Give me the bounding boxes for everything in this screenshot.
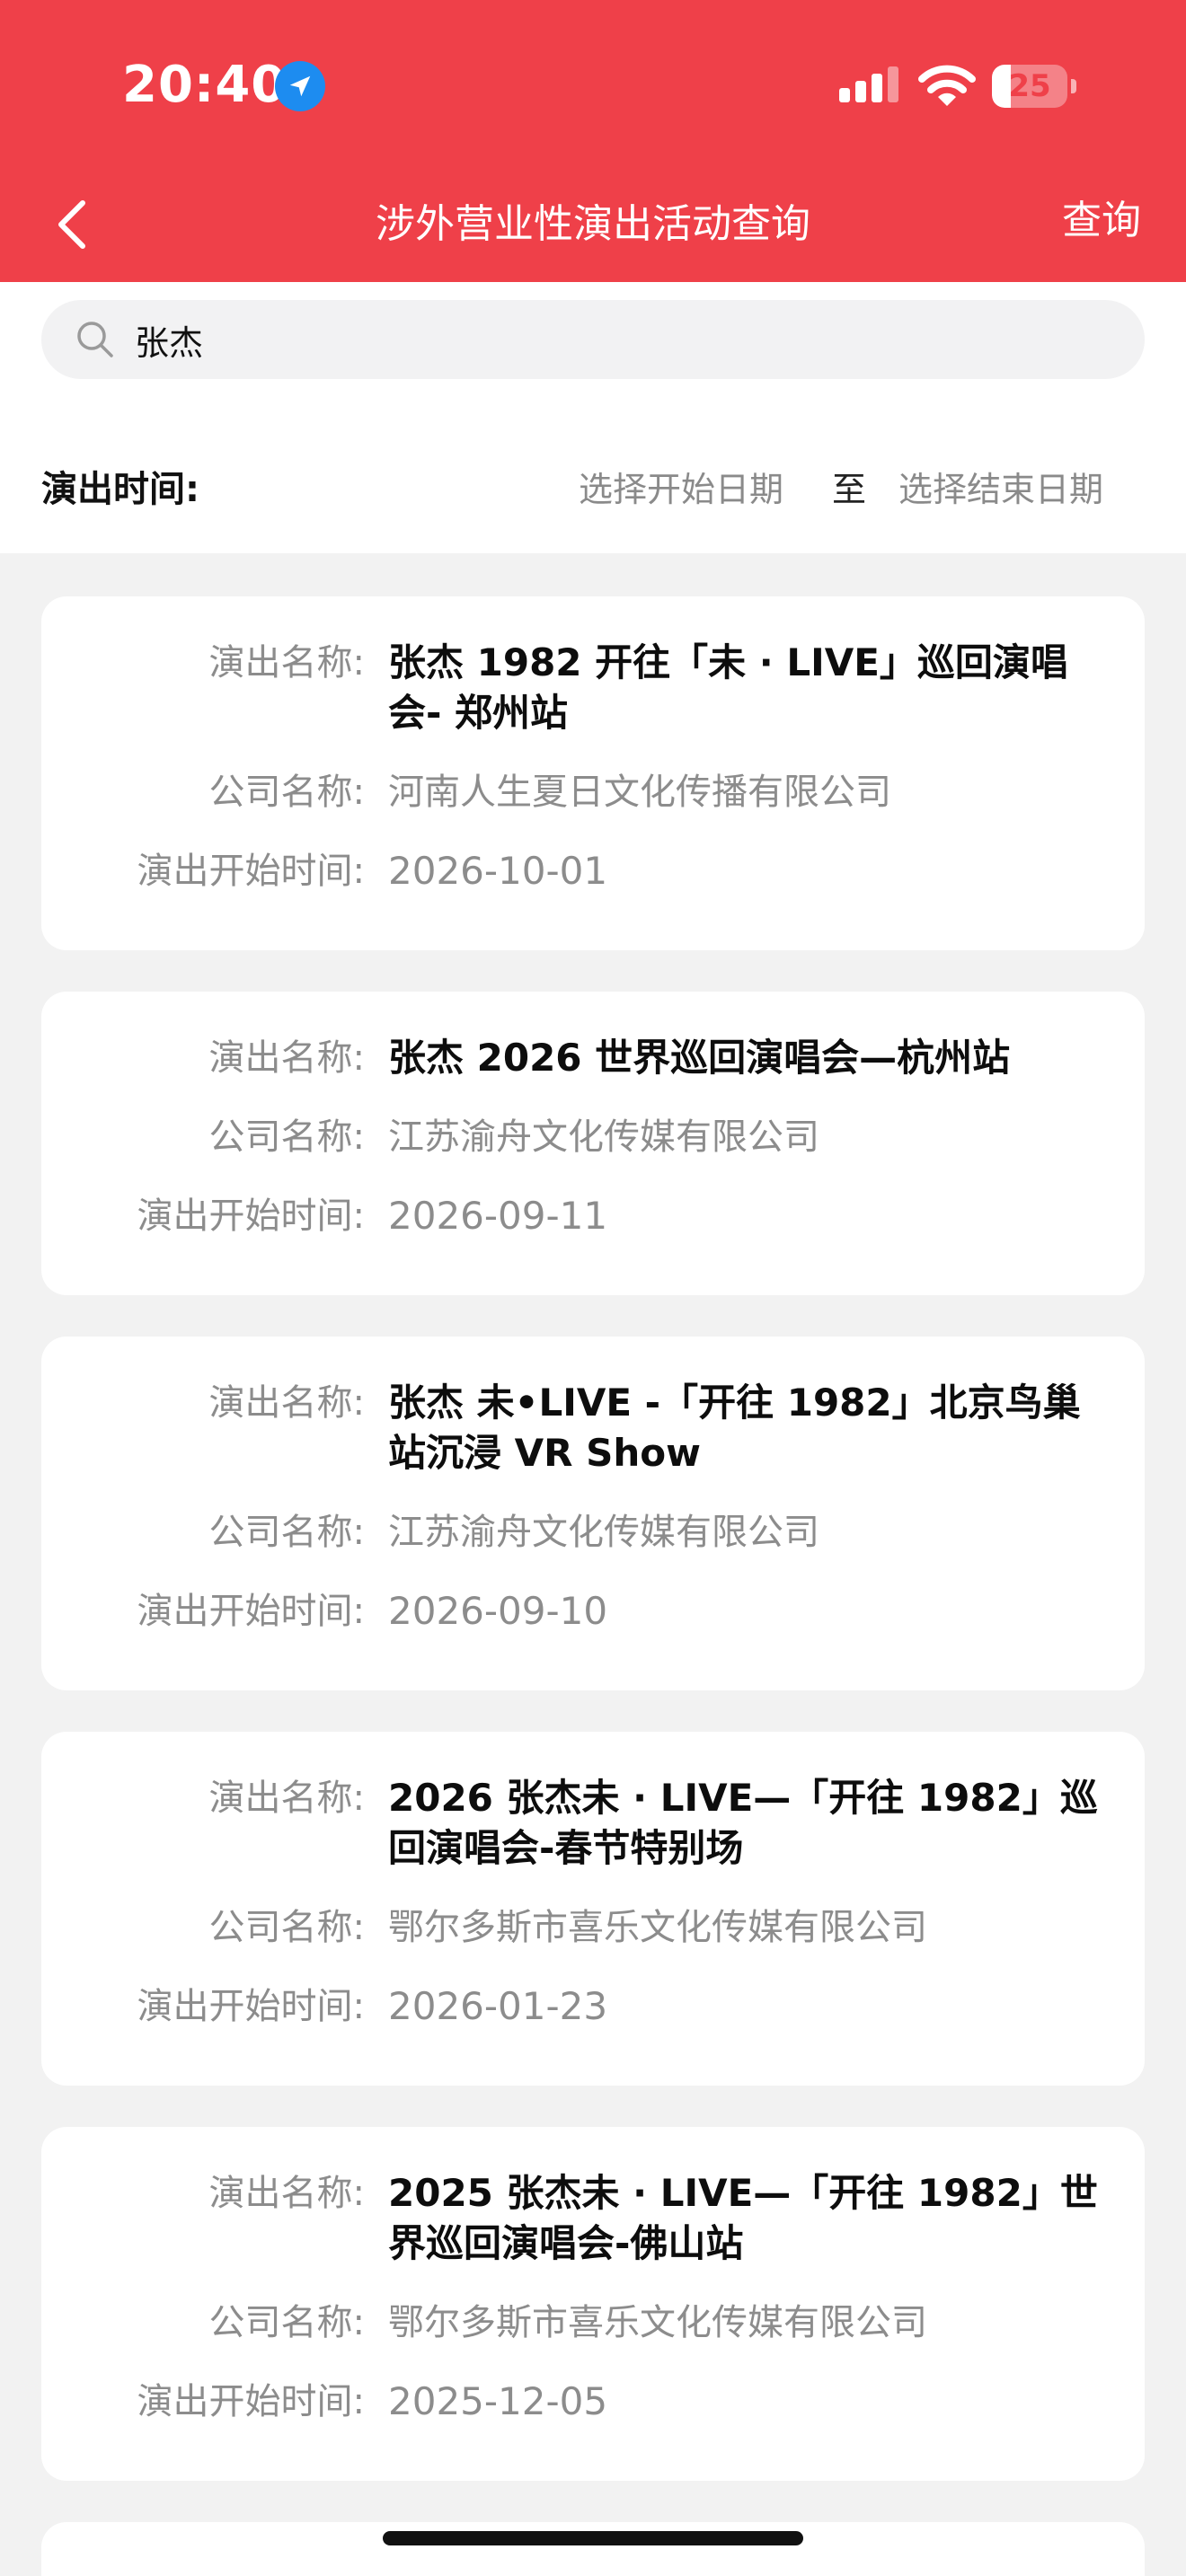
header: 20:40 25 涉外营业性演出活动查询 查询 (0, 0, 1186, 282)
start-time-label: 演出开始时间: (137, 1986, 365, 2027)
start-time-value: 2026-10-01 (388, 849, 608, 893)
app: 20:40 25 涉外营业性演出活动查询 查询 张杰 演出时间: 选择开始日期 … (0, 0, 1186, 2576)
name-label: 演出名称: (208, 1778, 365, 1819)
performance-name: 张杰 2026 世界巡回演唱会—杭州站 (388, 1036, 1011, 1080)
location-arrow-icon (275, 61, 325, 111)
company-name: 江苏渝舟文化传媒有限公司 (388, 1512, 819, 1553)
company-label: 公司名称: (208, 772, 365, 813)
name-row: 演出名称: 张杰 2026 世界巡回演唱会—杭州站 (41, 1033, 1103, 1083)
query-button[interactable]: 查询 (1053, 194, 1150, 248)
search-icon (77, 322, 113, 357)
start-time-label: 演出开始时间: (137, 1591, 365, 1632)
company-name: 鄂尔多斯市喜乐文化传媒有限公司 (388, 2302, 927, 2343)
start-time-row: 演出开始时间: 2026-10-01 (41, 846, 1103, 896)
result-card-partial[interactable] (41, 2522, 1145, 2576)
start-time-row: 演出开始时间: 2026-09-10 (41, 1586, 1103, 1636)
chevron-left-icon (58, 200, 85, 249)
name-row: 演出名称: 张杰 未•LIVE -「开往 1982」北京鸟巢站沉浸 VR Sho… (41, 1378, 1103, 1478)
performance-name: 2026 张杰未 · LIVE—「开往 1982」巡回演唱会-春节特别场 (388, 1776, 1098, 1870)
status-time: 20:40 (122, 56, 288, 114)
cellular-signal-icon (839, 66, 898, 102)
company-row: 公司名称: 鄂尔多斯市喜乐文化传媒有限公司 (41, 1902, 1103, 1953)
company-label: 公司名称: (208, 1512, 365, 1553)
result-card[interactable]: 演出名称: 2025 张杰未 · LIVE—「开往 1982」世界巡回演唱会-佛… (41, 2127, 1145, 2481)
company-name: 鄂尔多斯市喜乐文化传媒有限公司 (388, 1907, 927, 1948)
company-name: 河南人生夏日文化传播有限公司 (388, 772, 891, 813)
search-box[interactable] (41, 300, 1145, 379)
start-time-value: 2026-09-10 (388, 1589, 608, 1633)
date-separator: 至 (832, 470, 867, 509)
result-card[interactable]: 演出名称: 张杰 2026 世界巡回演唱会—杭州站 公司名称: 江苏渝舟文化传媒… (41, 992, 1145, 1295)
date-filter-row: 演出时间: 选择开始日期 至 选择结束日期 (0, 453, 1186, 516)
battery-cap (1071, 79, 1076, 93)
result-card[interactable]: 演出名称: 2026 张杰未 · LIVE—「开往 1982」巡回演唱会-春节特… (41, 1732, 1145, 2086)
start-time-label: 演出开始时间: (137, 2381, 365, 2422)
name-label: 演出名称: (208, 1382, 365, 1424)
start-date-picker[interactable]: 选择开始日期 (579, 462, 783, 511)
status-bar: 20:40 25 (0, 0, 1186, 171)
start-time-label: 演出开始时间: (137, 1195, 365, 1237)
battery-icon: 25 (992, 65, 1078, 108)
performance-name: 张杰 未•LIVE -「开往 1982」北京鸟巢站沉浸 VR Show (388, 1381, 1081, 1475)
home-indicator (383, 2531, 803, 2545)
result-card[interactable]: 演出名称: 张杰 1982 开往「未 · LIVE」巡回演唱会- 郑州站 公司名… (41, 596, 1145, 950)
company-row: 公司名称: 江苏渝舟文化传媒有限公司 (41, 1507, 1103, 1557)
results-list: 演出名称: 张杰 1982 开往「未 · LIVE」巡回演唱会- 郑州站 公司名… (0, 553, 1186, 2576)
battery-body: 25 (992, 65, 1067, 108)
performance-name: 2025 张杰未 · LIVE—「开往 1982」世界巡回演唱会-佛山站 (388, 2171, 1098, 2265)
company-label: 公司名称: (208, 1907, 365, 1948)
company-name: 江苏渝舟文化传媒有限公司 (388, 1116, 819, 1158)
wifi-icon (918, 65, 976, 106)
filter-area: 演出时间: 选择开始日期 至 选择结束日期 (0, 282, 1186, 553)
start-time-row: 演出开始时间: 2025-12-05 (41, 2377, 1103, 2427)
start-time-label: 演出开始时间: (137, 851, 365, 892)
company-label: 公司名称: (208, 1116, 365, 1158)
date-filter-label: 演出时间: (41, 469, 199, 510)
company-row: 公司名称: 河南人生夏日文化传播有限公司 (41, 767, 1103, 817)
back-button[interactable] (36, 189, 108, 260)
performance-name: 张杰 1982 开往「未 · LIVE」巡回演唱会- 郑州站 (388, 640, 1068, 735)
battery-level: 25 (1008, 68, 1051, 104)
start-time-row: 演出开始时间: 2026-09-11 (41, 1191, 1103, 1241)
company-row: 公司名称: 江苏渝舟文化传媒有限公司 (41, 1112, 1103, 1162)
name-label: 演出名称: (208, 2173, 365, 2214)
nav-bar: 涉外营业性演出活动查询 查询 (0, 171, 1186, 282)
name-label: 演出名称: (208, 642, 365, 684)
start-time-value: 2026-09-11 (388, 1194, 608, 1238)
search-input[interactable] (135, 300, 1105, 379)
company-row: 公司名称: 鄂尔多斯市喜乐文化传媒有限公司 (41, 2298, 1103, 2348)
name-row: 演出名称: 张杰 1982 开往「未 · LIVE」巡回演唱会- 郑州站 (41, 638, 1103, 738)
name-label: 演出名称: (208, 1037, 365, 1079)
start-time-value: 2025-12-05 (388, 2379, 608, 2423)
name-row: 演出名称: 2025 张杰未 · LIVE—「开往 1982」世界巡回演唱会-佛… (41, 2168, 1103, 2269)
page-title: 涉外营业性演出活动查询 (376, 201, 810, 247)
result-card[interactable]: 演出名称: 张杰 未•LIVE -「开往 1982」北京鸟巢站沉浸 VR Sho… (41, 1337, 1145, 1690)
name-row: 演出名称: 2026 张杰未 · LIVE—「开往 1982」巡回演唱会-春节特… (41, 1773, 1103, 1874)
start-time-value: 2026-01-23 (388, 1984, 608, 2028)
company-label: 公司名称: (208, 2302, 365, 2343)
start-time-row: 演出开始时间: 2026-01-23 (41, 1981, 1103, 2032)
end-date-picker[interactable]: 选择结束日期 (898, 462, 1103, 511)
